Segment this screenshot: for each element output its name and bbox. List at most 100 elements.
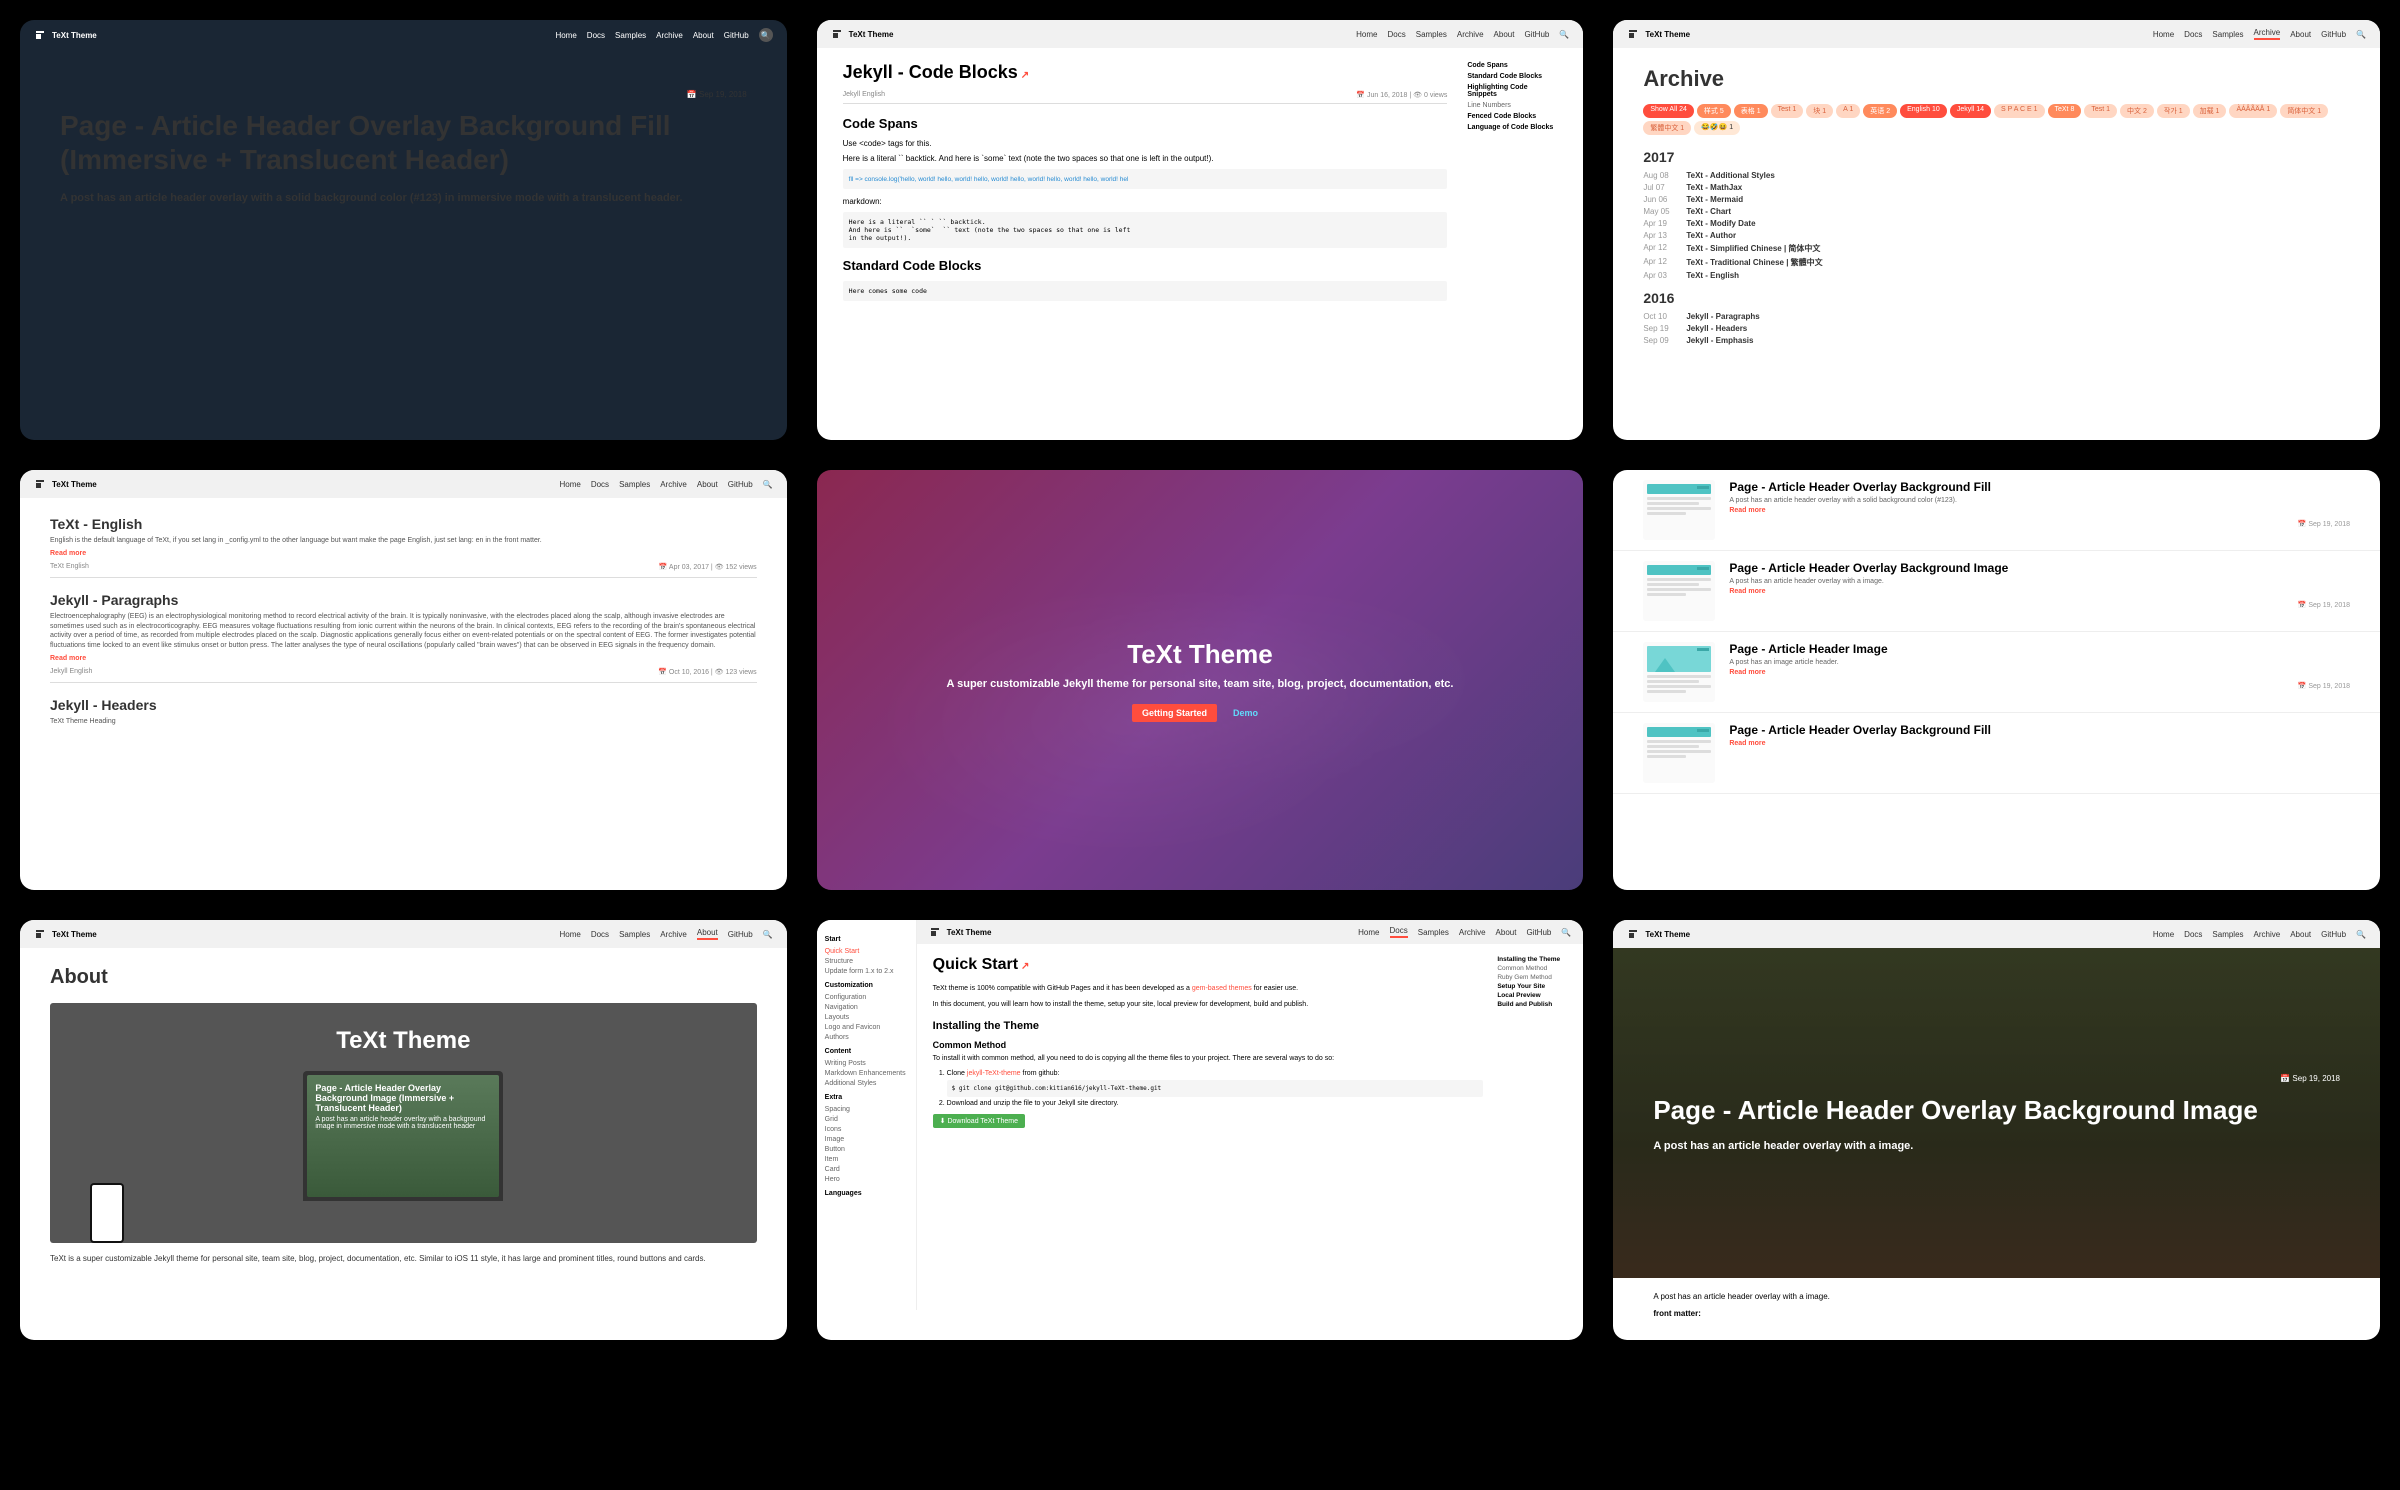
nav-samples[interactable]: Samples [619, 930, 650, 939]
toc-item[interactable]: Setup Your Site [1497, 983, 1567, 990]
feed-title[interactable]: Page - Article Header Overlay Background… [1729, 480, 2350, 494]
archive-row[interactable]: Apr 12TeXt - Traditional Chinese | 繁體中文 [1643, 257, 2350, 268]
nav-samples[interactable]: Samples [615, 31, 646, 40]
nav-archive[interactable]: Archive [656, 31, 683, 40]
archive-row[interactable]: Apr 13TeXt - Author [1643, 231, 2350, 240]
read-more-link[interactable]: Read more [50, 655, 757, 662]
nav-docs[interactable]: Docs [2184, 30, 2202, 39]
tag-pill[interactable]: 加载 1 [2193, 104, 2227, 118]
article-title[interactable]: Jekyll - Paragraphs [50, 592, 757, 608]
tag-pill[interactable]: 英语 2 [1863, 104, 1897, 118]
tag-pill[interactable]: 😂🤣😆 1 [1694, 121, 1740, 135]
search-icon[interactable]: 🔍 [763, 930, 773, 939]
archive-row[interactable]: Oct 10Jekyll - Paragraphs [1643, 312, 2350, 321]
brand[interactable]: TeXt Theme [34, 928, 97, 940]
nav-about[interactable]: About [697, 928, 718, 940]
sidebar-item[interactable]: Button [825, 1144, 908, 1154]
toc-item[interactable]: Code Spans [1467, 62, 1557, 69]
read-more-link[interactable]: Read more [1729, 588, 2350, 595]
link[interactable]: jekyll-TeXt-theme [967, 1070, 1021, 1077]
nav-github[interactable]: GitHub [728, 480, 753, 489]
nav-docs[interactable]: Docs [2184, 930, 2202, 939]
toc-item[interactable]: Fenced Code Blocks [1467, 113, 1557, 120]
search-icon[interactable]: 🔍 [1559, 30, 1569, 39]
getting-started-button[interactable]: Getting Started [1132, 704, 1217, 722]
nav-home[interactable]: Home [1358, 928, 1379, 937]
link[interactable]: gem-based themes [1192, 985, 1252, 992]
nav-docs[interactable]: Docs [587, 31, 605, 40]
toc-item[interactable]: Language of Code Blocks [1467, 124, 1557, 131]
search-icon[interactable]: 🔍 [2356, 30, 2366, 39]
nav-docs[interactable]: Docs [591, 930, 609, 939]
feed-title[interactable]: Page - Article Header Image [1729, 642, 2350, 656]
feed-item[interactable]: Page - Article Header Overlay Background… [1613, 470, 2380, 551]
sidebar-item[interactable]: Configuration [825, 992, 908, 1002]
toc-item[interactable]: Common Method [1497, 965, 1567, 972]
tag-pill[interactable]: 块 1 [1806, 104, 1833, 118]
tag-pill[interactable]: Test 1 [1771, 104, 1804, 118]
tag-pill[interactable]: 表格 1 [1734, 104, 1768, 118]
toc-item[interactable]: Build and Publish [1497, 1001, 1567, 1008]
nav-about[interactable]: About [2290, 930, 2311, 939]
tag-pill[interactable]: 작가 1 [2157, 104, 2190, 118]
archive-row[interactable]: Sep 19Jekyll - Headers [1643, 324, 2350, 333]
nav-home[interactable]: Home [1356, 30, 1377, 39]
archive-row[interactable]: Jul 07TeXt - MathJax [1643, 183, 2350, 192]
nav-github[interactable]: GitHub [728, 930, 753, 939]
nav-archive[interactable]: Archive [1459, 928, 1486, 937]
nav-home[interactable]: Home [2153, 930, 2174, 939]
nav-home[interactable]: Home [559, 480, 580, 489]
tag-pill[interactable]: Test 1 [2084, 104, 2117, 118]
nav-archive[interactable]: Archive [2254, 28, 2281, 40]
archive-row[interactable]: Apr 19TeXt - Modify Date [1643, 219, 2350, 228]
archive-row[interactable]: May 05TeXt - Chart [1643, 207, 2350, 216]
feed-item[interactable]: Page - Article Header Overlay Background… [1613, 551, 2380, 632]
sidebar-item[interactable]: Additional Styles [825, 1078, 908, 1088]
brand[interactable]: TeXt Theme [34, 29, 97, 41]
tag-pill[interactable]: A 1 [1836, 104, 1860, 118]
tag-pill[interactable]: Show All 24 [1643, 104, 1694, 118]
sidebar-item[interactable]: Card [825, 1164, 908, 1174]
nav-docs[interactable]: Docs [591, 480, 609, 489]
archive-row[interactable]: Sep 09Jekyll - Emphasis [1643, 336, 2350, 345]
demo-button[interactable]: Demo [1223, 704, 1268, 722]
nav-docs[interactable]: Docs [1390, 926, 1408, 938]
toc-item[interactable]: Installing the Theme [1497, 956, 1567, 963]
nav-docs[interactable]: Docs [1388, 30, 1406, 39]
sidebar-item[interactable]: Writing Posts [825, 1058, 908, 1068]
external-link-icon[interactable]: ↗ [1021, 961, 1029, 972]
nav-home[interactable]: Home [555, 31, 576, 40]
feed-item[interactable]: Page - Article Header ImageA post has an… [1613, 632, 2380, 713]
sidebar-item[interactable]: Markdown Enhancements [825, 1068, 908, 1078]
nav-github[interactable]: GitHub [1524, 30, 1549, 39]
tag-pill[interactable]: ÀÁÂÃÄÅ 1 [2229, 104, 2277, 118]
sidebar-item[interactable]: Authors [825, 1032, 908, 1042]
tag-pill[interactable]: Jekyll 14 [1950, 104, 1991, 118]
brand[interactable]: TeXt Theme [929, 926, 992, 938]
nav-github[interactable]: GitHub [724, 31, 749, 40]
nav-about[interactable]: About [697, 480, 718, 489]
read-more-link[interactable]: Read more [1729, 669, 2350, 676]
sidebar-item[interactable]: Item [825, 1154, 908, 1164]
read-more-link[interactable]: Read more [50, 550, 757, 557]
brand[interactable]: TeXt Theme [34, 478, 97, 490]
nav-github[interactable]: GitHub [2321, 930, 2346, 939]
brand[interactable]: TeXt Theme [1627, 928, 1690, 940]
nav-about[interactable]: About [1494, 30, 1515, 39]
sidebar-item[interactable]: Spacing [825, 1104, 908, 1114]
sidebar-item[interactable]: Grid [825, 1114, 908, 1124]
sidebar-item-quickstart[interactable]: Quick Start [825, 946, 908, 956]
external-link-icon[interactable]: ↗ [1021, 70, 1029, 81]
tag-pill[interactable]: 中文 2 [2120, 104, 2154, 118]
brand[interactable]: TeXt Theme [1627, 28, 1690, 40]
nav-archive[interactable]: Archive [1457, 30, 1484, 39]
search-icon[interactable]: 🔍 [759, 28, 773, 42]
nav-samples[interactable]: Samples [1416, 30, 1447, 39]
nav-about[interactable]: About [693, 31, 714, 40]
nav-samples[interactable]: Samples [2212, 30, 2243, 39]
brand[interactable]: TeXt Theme [831, 28, 894, 40]
sidebar-item[interactable]: Structure [825, 956, 908, 966]
sidebar-item[interactable]: Hero [825, 1174, 908, 1184]
archive-row[interactable]: Apr 12TeXt - Simplified Chinese | 简体中文 [1643, 243, 2350, 254]
sidebar-item[interactable]: Navigation [825, 1002, 908, 1012]
